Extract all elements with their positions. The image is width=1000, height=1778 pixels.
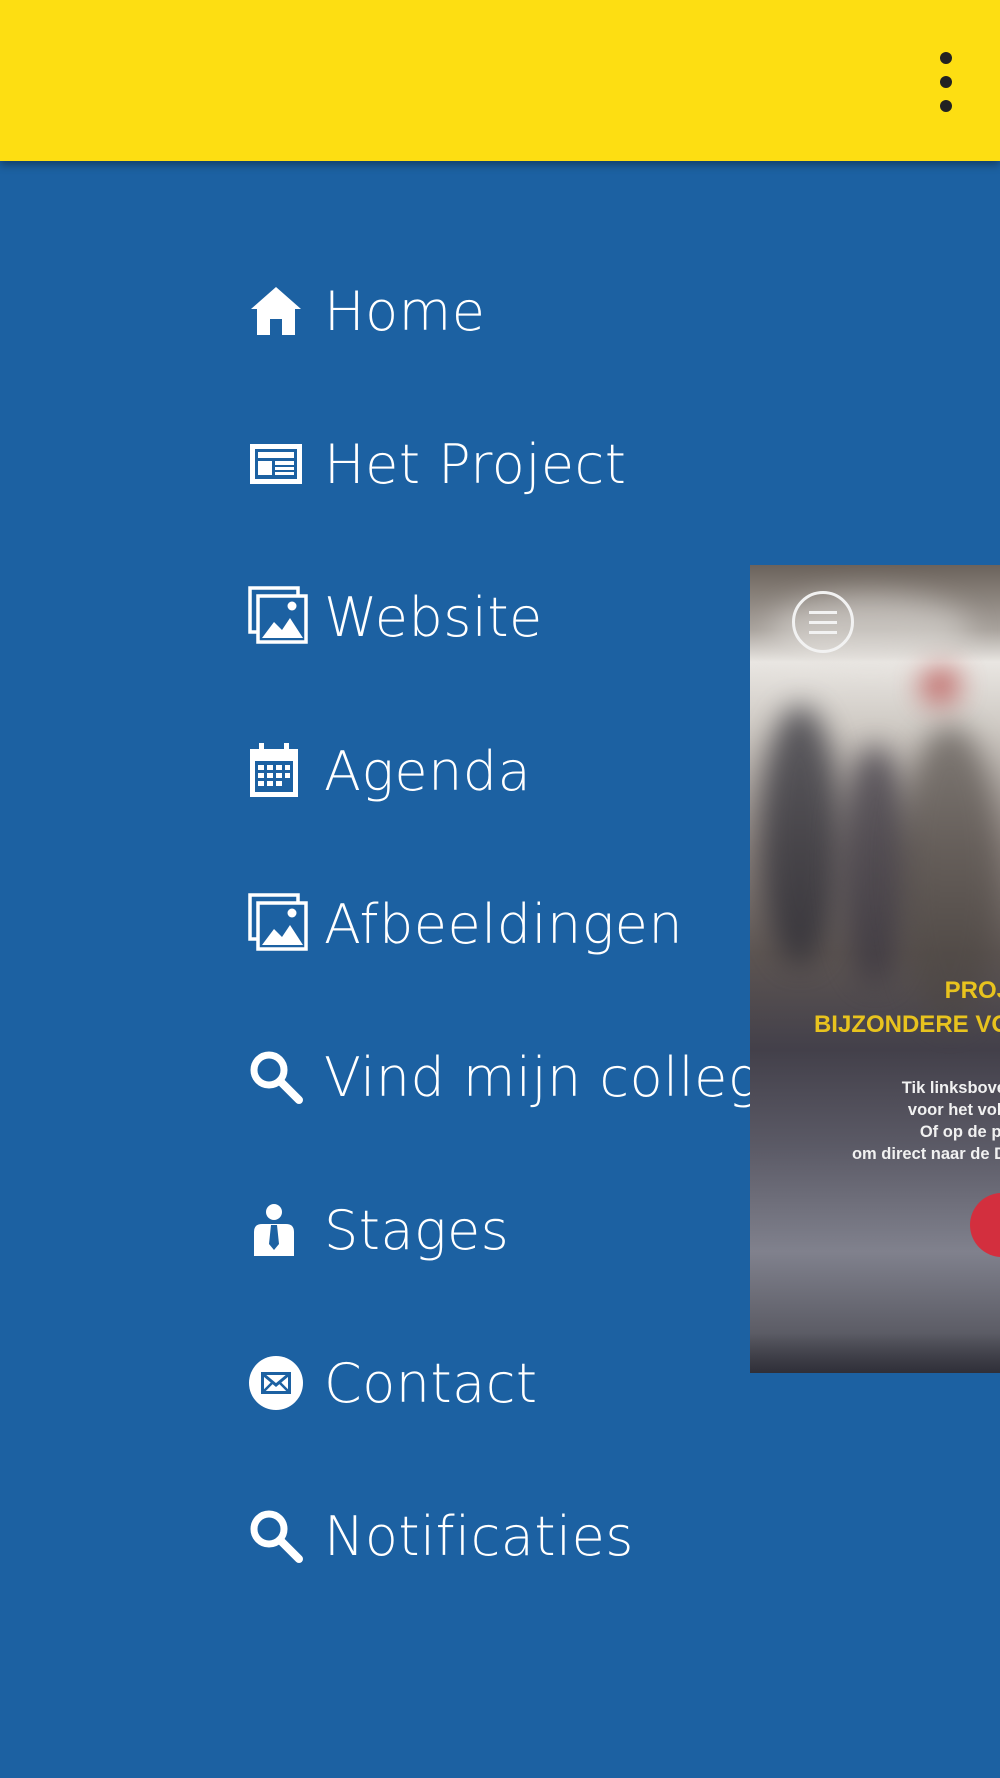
envelope-icon bbox=[248, 1349, 316, 1417]
menu-item-contact[interactable]: Contact bbox=[248, 1328, 748, 1438]
scroll-down-button[interactable] bbox=[970, 1193, 1000, 1257]
calendar-icon bbox=[248, 737, 316, 805]
preview-subtitle-line-3: Of op de pi bbox=[919, 1123, 1000, 1141]
menu-item-label: Het Project bbox=[324, 432, 627, 496]
preview-title-line-1: PROJ bbox=[944, 977, 1000, 1004]
preview-subtitle-line-2: voor het voll bbox=[907, 1101, 1000, 1119]
more-vert-icon[interactable] bbox=[926, 52, 966, 112]
app-bar bbox=[0, 0, 1000, 161]
hamburger-menu-icon[interactable] bbox=[792, 591, 854, 653]
menu-item-vind-mijn-collega[interactable]: Vind mijn collega bbox=[248, 1022, 794, 1132]
images-icon bbox=[248, 890, 316, 958]
menu-item-label: Website bbox=[324, 585, 543, 649]
menu-item-het-project[interactable]: Het Project bbox=[248, 409, 748, 519]
menu-item-label: Contact bbox=[324, 1351, 538, 1415]
menu-item-notificaties[interactable]: Notificaties bbox=[248, 1481, 748, 1591]
search-icon bbox=[248, 1502, 316, 1570]
menu-item-label: Stages bbox=[324, 1198, 510, 1262]
menu-item-agenda[interactable]: Agenda bbox=[248, 716, 748, 826]
images-icon bbox=[248, 583, 316, 651]
preview-footer-shade bbox=[750, 1333, 1000, 1373]
preview-subtitle-line-1: Tik linksbove bbox=[901, 1079, 1000, 1097]
page-preview[interactable]: PROJ BIJZONDERE VO Tik linksbove voor he… bbox=[750, 565, 1000, 1373]
home-icon bbox=[248, 277, 316, 345]
menu-item-label: Agenda bbox=[324, 739, 532, 803]
newspaper-icon bbox=[248, 430, 316, 498]
menu-item-label: Notificaties bbox=[324, 1504, 634, 1568]
menu-item-stages[interactable]: Stages bbox=[248, 1175, 748, 1285]
menu-item-website[interactable]: Website bbox=[248, 562, 748, 672]
preview-title-line-2: BIJZONDERE VO bbox=[813, 1011, 1000, 1038]
menu-item-label: Afbeeldingen bbox=[324, 892, 684, 956]
person-tie-icon bbox=[248, 1196, 316, 1264]
menu-item-label: Vind mijn collega bbox=[324, 1045, 795, 1109]
menu-item-label: Home bbox=[324, 279, 486, 343]
preview-subtitle-line-4: om direct naar de D bbox=[851, 1145, 1000, 1163]
menu-item-home[interactable]: Home bbox=[248, 256, 748, 366]
menu-item-afbeeldingen[interactable]: Afbeeldingen bbox=[248, 869, 748, 979]
search-icon bbox=[248, 1043, 316, 1111]
